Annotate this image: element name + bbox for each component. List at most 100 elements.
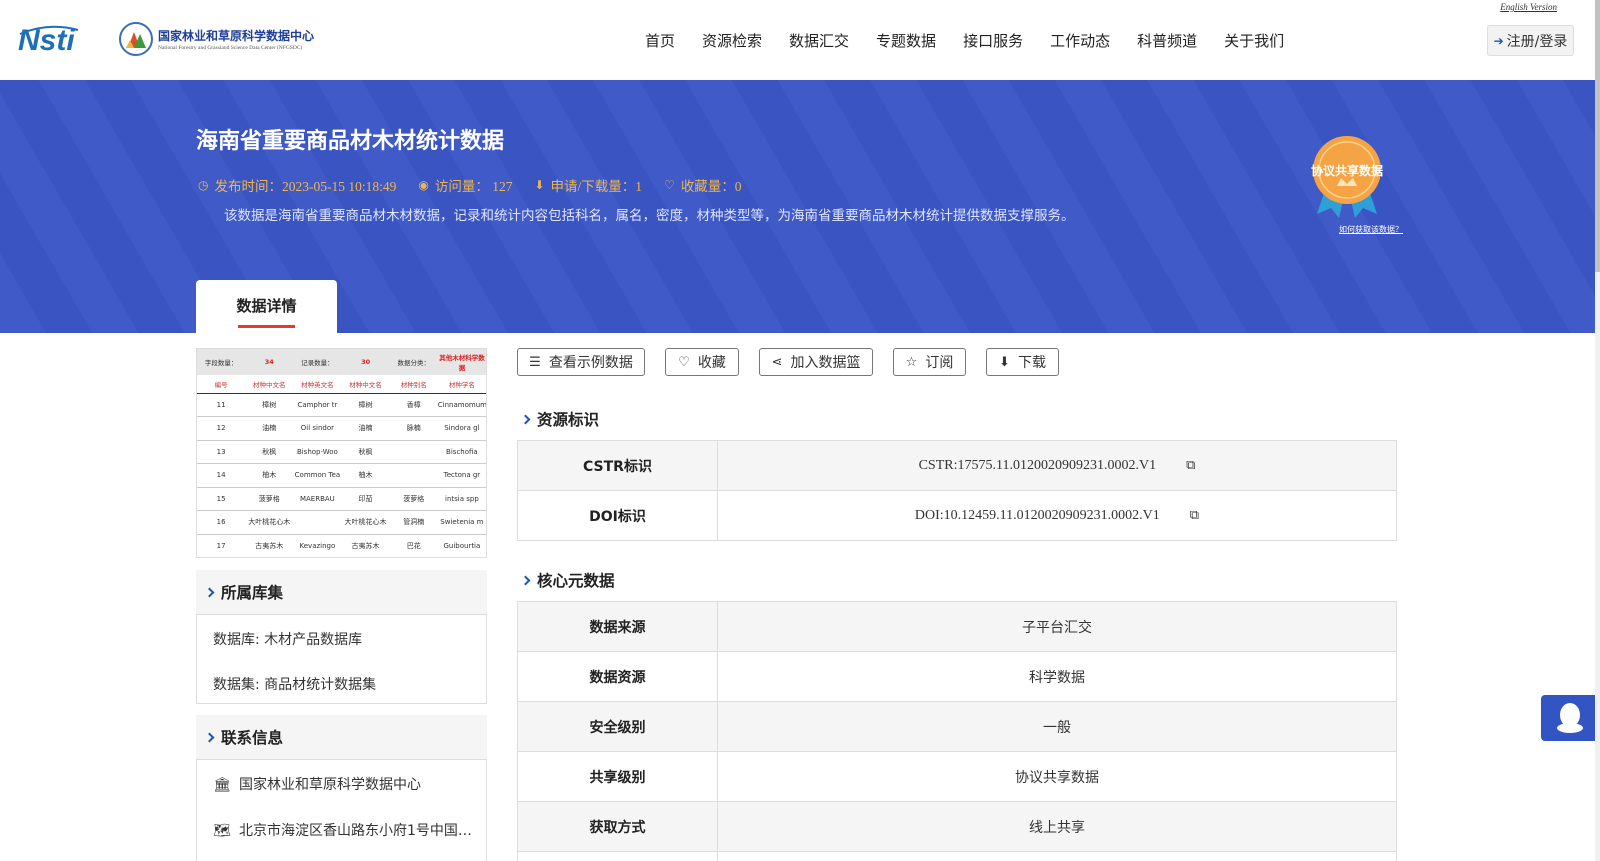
meta-value: 协议共享数据 xyxy=(717,751,1397,802)
preview-cell: 柚木 xyxy=(341,463,390,488)
view-sample-data-button[interactable]: ☰ 查看示例数据 xyxy=(517,348,645,376)
nav-about-us[interactable]: 关于我们 xyxy=(1224,30,1284,51)
preview-cell: 香樟 xyxy=(389,393,438,417)
login-label: 注册/登录 xyxy=(1506,33,1568,50)
preview-cell: Sindora gl xyxy=(437,416,486,441)
tab-data-details[interactable]: 数据详情 xyxy=(196,280,337,333)
nav-science-channel[interactable]: 科普频道 xyxy=(1137,30,1197,51)
preview-row: 12 油楠 Oil sindor 油楠 脉楠 Sindora gl xyxy=(197,416,486,441)
preview-cell: Swietenia m xyxy=(437,510,486,535)
scrollbar[interactable] xyxy=(1595,0,1600,861)
preview-cell: intsia spp xyxy=(437,487,486,511)
preview-row: 16 大叶桃花心木 大叶桃花心木 管洞楠 Swietenia m xyxy=(197,510,486,535)
preview-cell xyxy=(389,440,438,464)
login-register-button[interactable]: ➔ 注册/登录 xyxy=(1487,25,1574,56)
badge-label: 协议共享数据 xyxy=(1310,164,1383,178)
preview-summary: 字段数量： 34 记录数量： 30 数据分类： 其他木材科学数据 xyxy=(197,349,486,375)
database-link[interactable]: 数据库: 木材产品数据库 xyxy=(213,629,362,649)
nav-data-submission[interactable]: 数据汇交 xyxy=(789,30,849,51)
copy-icon[interactable]: ⧉ xyxy=(1186,457,1195,473)
meta-key: 数据资源 xyxy=(517,651,718,702)
logo-title: 国家林业和草原科学数据中心 xyxy=(158,29,315,43)
preview-cell: 菠萝格 xyxy=(245,487,294,511)
library-section-header: 所属库集 xyxy=(196,570,487,614)
svg-text:Nsti: Nsti xyxy=(18,24,75,57)
preview-cell: 巴花 xyxy=(389,534,438,557)
cstr-cell: CSTR:17575.11.0120020909231.0002.V1 ⧉ xyxy=(717,440,1397,491)
preview-cell: 16 xyxy=(197,510,246,535)
download-icon: ⬇ xyxy=(999,354,1010,370)
chevron-right-icon xyxy=(204,732,215,742)
meta-key xyxy=(517,851,718,861)
preview-row: 14 柚木 Common Tea 柚木 Tectona gr xyxy=(197,463,486,488)
nav-thematic-data[interactable]: 专题数据 xyxy=(876,30,936,51)
preview-cell: 大叶桃花心木 xyxy=(341,510,390,535)
dataset-description: 该数据是海南省重要商品材木材数据，记录和统计内容包括科名，属名，密度，材种类型等… xyxy=(224,208,1075,224)
download-button[interactable]: ⬇ 下载 xyxy=(986,348,1059,376)
core-metadata-table: 数据来源 子平台汇交 数据资源 科学数据 安全级别 一般 共享级别 协议共享数据 获取方… xyxy=(517,601,1397,861)
qq-icon xyxy=(1557,703,1583,733)
meta-key: 数据来源 xyxy=(517,601,718,652)
preview-cell: 大叶桃花心木 xyxy=(245,510,294,535)
preview-cell: 15 xyxy=(197,487,246,511)
meta-key: 共享级别 xyxy=(517,751,718,802)
preview-cell: 印茄 xyxy=(341,487,390,511)
english-version-link[interactable]: English Version xyxy=(1500,2,1557,12)
preview-cell: 14 xyxy=(197,463,246,488)
preview-cell: 油楠 xyxy=(341,416,390,441)
preview-cell: 秋枫 xyxy=(341,440,390,464)
download-count: ⬇ 申请/下载量：1 xyxy=(534,177,643,195)
data-preview-thumbnail[interactable]: 字段数量： 34 记录数量： 30 数据分类： 其他木材科学数据 编号 材种中文… xyxy=(196,348,487,558)
scrollbar-thumb[interactable] xyxy=(1595,0,1600,272)
nav-api-service[interactable]: 接口服务 xyxy=(963,30,1023,51)
meta-value: 科学数据 xyxy=(717,651,1397,702)
chevron-right-icon xyxy=(204,587,215,597)
preview-cell xyxy=(389,463,438,488)
qq-chat-button[interactable] xyxy=(1541,695,1595,741)
cstr-label: CSTR标识 xyxy=(517,440,718,491)
how-to-get-data-link[interactable]: 如何获取该数据？ xyxy=(1339,224,1403,235)
main-nav: 首页 资源检索 数据汇交 专题数据 接口服务 工作动态 科普频道 关于我们 xyxy=(645,30,1311,51)
copy-icon[interactable]: ⧉ xyxy=(1190,507,1199,523)
add-to-basket-button[interactable]: ⋖ 加入数据篮 xyxy=(759,348,873,376)
nav-resource-search[interactable]: 资源检索 xyxy=(702,30,762,51)
doi-label: DOI标识 xyxy=(517,490,718,541)
dataset-banner: 海南省重要商品材木材统计数据 ◷ 发布时间：2023-05-15 10:18:49… xyxy=(0,80,1595,333)
library-box: 数据库: 木材产品数据库 数据集: 商品材统计数据集 xyxy=(196,614,487,704)
contact-org: 🏛 国家林业和草原科学数据中心 xyxy=(213,777,421,793)
nfgsdc-logo[interactable]: 国家林业和草原科学数据中心 National Forestry and Gras… xyxy=(118,20,338,60)
cstr-value: CSTR:17575.11.0120020909231.0002.V1 xyxy=(918,458,1157,473)
nav-news[interactable]: 工作动态 xyxy=(1050,30,1110,51)
preview-row: 13 秋枫 Bishop-Woo 秋枫 Bischofia xyxy=(197,440,486,464)
contact-section-header: 联系信息 xyxy=(196,715,487,759)
preview-row: 17 古夷苏木 Kevazingo 古夷苏木 巴花 Guibourtia xyxy=(197,534,486,557)
preview-cell: 菠萝格 xyxy=(389,487,438,511)
share-badge: 协议共享数据 xyxy=(1305,134,1389,218)
preview-row: 11 樟树 Camphor tr 樟树 香樟 Cinnamomum xyxy=(197,393,486,417)
preview-cell: 管洞楠 xyxy=(389,510,438,535)
chevron-right-icon xyxy=(520,575,531,585)
preview-cell: 油楠 xyxy=(245,416,294,441)
dataset-title: 海南省重要商品材木材统计数据 xyxy=(196,129,505,154)
subscribe-button[interactable]: ☆ 订阅 xyxy=(893,348,966,376)
publish-time: ◷ 发布时间：2023-05-15 10:18:49 xyxy=(198,177,397,195)
sign-in-icon: ➔ xyxy=(1493,33,1504,48)
preview-cell: 12 xyxy=(197,416,246,441)
core-metadata-section-title: 核心元数据 xyxy=(520,569,615,591)
dataset-link[interactable]: 数据集: 商品材统计数据集 xyxy=(213,674,376,694)
nsti-logo[interactable]: Nsti xyxy=(18,20,98,60)
share-icon: ⋖ xyxy=(771,354,783,370)
meta-value: 一般 xyxy=(717,701,1397,752)
favorite-button[interactable]: ♡ 收藏 xyxy=(665,348,739,376)
preview-cell: 13 xyxy=(197,440,246,464)
download-icon: ⬇ xyxy=(534,177,545,192)
preview-cell: 17 xyxy=(197,534,246,557)
meta-value: 子平台汇交 xyxy=(717,601,1397,652)
preview-cell: 11 xyxy=(197,393,246,417)
nav-home[interactable]: 首页 xyxy=(645,30,675,51)
preview-cell: Kevazingo xyxy=(293,534,342,557)
preview-cell: MAERBAU xyxy=(293,487,342,511)
preview-cell: 古夷苏木 xyxy=(341,534,390,557)
identity-table: CSTR标识 CSTR:17575.11.0120020909231.0002.… xyxy=(517,440,1397,541)
meta-key: 安全级别 xyxy=(517,701,718,752)
